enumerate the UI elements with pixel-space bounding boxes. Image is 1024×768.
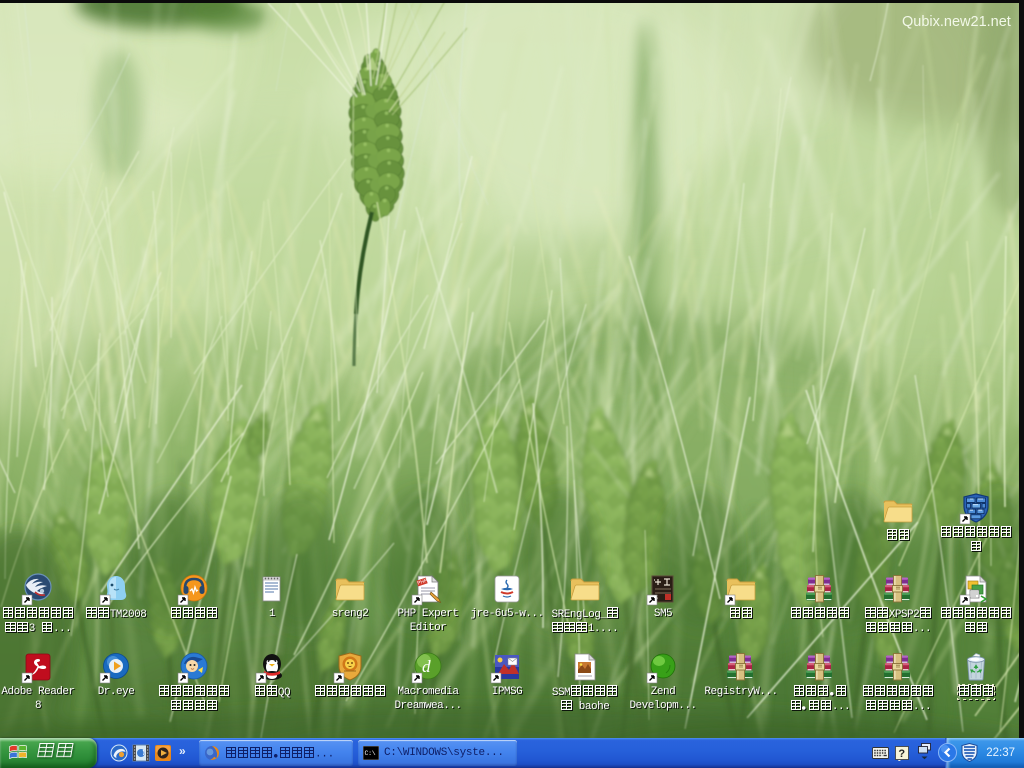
svg-text:d: d <box>422 657 431 676</box>
svg-text:C:\: C:\ <box>365 750 376 757</box>
svg-text:?: ? <box>898 748 905 760</box>
